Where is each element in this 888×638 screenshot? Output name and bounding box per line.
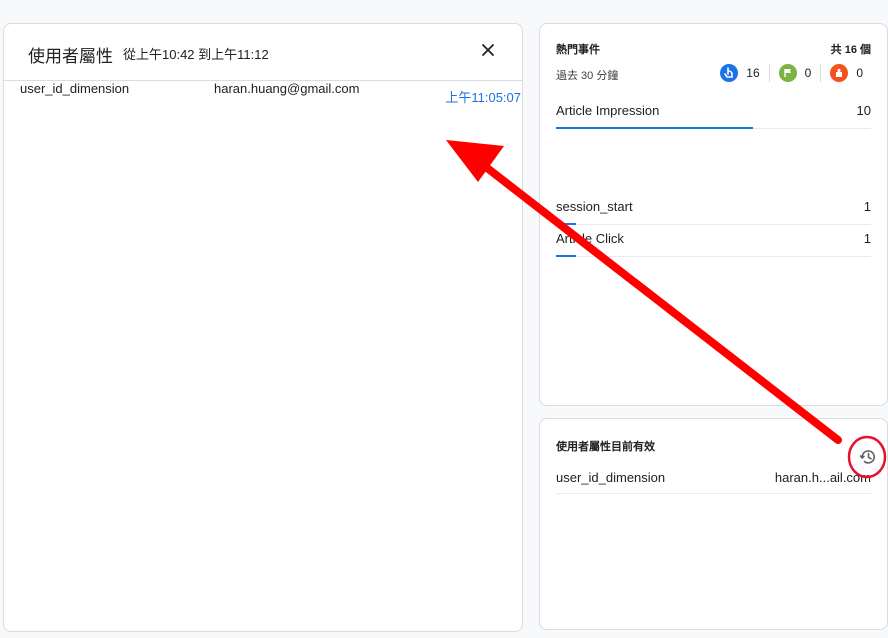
stat-flag: 0 <box>768 64 821 82</box>
stat-touch-value: 16 <box>746 66 760 80</box>
event-count: 10 <box>856 103 871 118</box>
top-events-card: 熱門事件 共 16 個 過去 30 分鐘 16 0 0 Article Impr… <box>539 23 888 406</box>
property-row: user_id_dimension haran.huang@gmail.com … <box>4 81 522 111</box>
stat-conversion: 0 <box>820 64 863 82</box>
property-value: haran.huang@gmail.com <box>214 81 360 96</box>
active-property-row: user_id_dimension haran.h...ail.com <box>556 470 871 494</box>
active-user-properties-card: 使用者屬性目前有效 user_id_dimension haran.h...ai… <box>539 418 888 630</box>
event-name: Article Click <box>556 231 624 246</box>
conversion-icon <box>830 64 849 82</box>
top-events-subtitle: 過去 30 分鐘 <box>556 70 619 82</box>
active-props-title: 使用者屬性目前有效 <box>556 441 655 453</box>
close-icon[interactable] <box>478 40 498 60</box>
stat-flag-value: 0 <box>804 66 812 80</box>
event-count: 1 <box>863 199 871 214</box>
event-row[interactable]: session_start 1 <box>556 199 871 225</box>
user-properties-panel: 使用者屬性 從上午10:42 到上午11:12 user_id_dimensio… <box>3 23 523 632</box>
event-name: Article Impression <box>556 103 660 118</box>
top-events-title: 熱門事件 <box>556 44 600 56</box>
active-property-key: user_id_dimension <box>556 470 666 485</box>
event-count: 1 <box>863 231 871 246</box>
touch-icon <box>720 64 739 82</box>
event-bar <box>556 127 753 129</box>
history-icon[interactable] <box>859 448 877 466</box>
property-timestamp: 上午11:05:07 <box>445 90 521 105</box>
event-bar <box>556 223 576 225</box>
property-key: user_id_dimension <box>20 81 130 96</box>
event-row[interactable]: Article Impression 10 <box>556 103 871 129</box>
stat-conversion-value: 0 <box>856 66 863 80</box>
panel-header: 使用者屬性 從上午10:42 到上午11:12 <box>4 24 522 81</box>
stat-touch: 16 <box>711 64 768 82</box>
panel-title: 使用者屬性 <box>28 47 113 66</box>
flag-icon <box>778 64 797 82</box>
event-stats: 16 0 0 <box>711 64 863 82</box>
event-name: session_start <box>556 199 633 214</box>
active-property-value: haran.h...ail.com <box>774 470 871 485</box>
event-bar <box>556 255 576 257</box>
top-events-total: 共 16 個 <box>830 44 871 56</box>
time-range: 從上午10:42 到上午11:12 <box>123 47 269 62</box>
event-row[interactable]: Article Click 1 <box>556 231 871 257</box>
